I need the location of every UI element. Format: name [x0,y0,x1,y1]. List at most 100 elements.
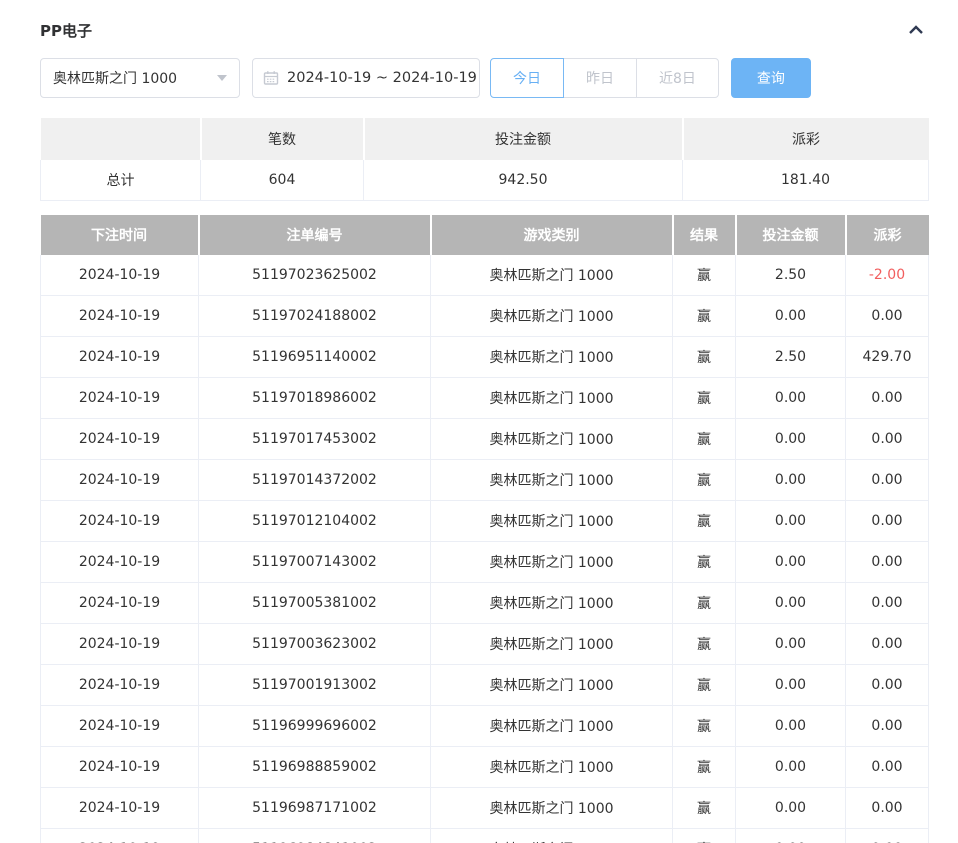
result-cell: 赢 [673,624,736,665]
order-number-cell: 51197003623002 [199,624,431,665]
summary-header-payout: 派彩 [683,118,929,160]
header-bet-amount: 投注金额 [736,215,846,255]
payout-cell: 429.70 [846,337,929,378]
bet-records-table: 下注时间 注单编号 游戏类别 结果 投注金额 派彩 2024-10-195119… [40,215,929,843]
order-number-cell: 51196951140002 [199,337,431,378]
payout-cell: 0.00 [846,296,929,337]
bet-time-cell: 2024-10-19 [41,419,199,460]
table-row: 2024-10-1951197018986002奥林匹斯之门 1000赢0.00… [41,378,929,419]
bet-amount-cell: 0.00 [736,419,846,460]
game-type-cell: 奥林匹斯之门 1000 [431,501,673,542]
today-button[interactable]: 今日 [490,58,564,98]
result-cell: 赢 [673,542,736,583]
bet-amount-cell: 0.00 [736,747,846,788]
bet-time-cell: 2024-10-19 [41,747,199,788]
game-type-cell: 奥林匹斯之门 1000 [431,337,673,378]
order-number-cell: 51196988859002 [199,747,431,788]
payout-cell: 0.00 [846,542,929,583]
header-order-number: 注单编号 [199,215,431,255]
table-row: 2024-10-1951197003623002奥林匹斯之门 1000赢0.00… [41,624,929,665]
summary-total-row: 总计 604 942.50 181.40 [41,160,929,201]
bet-amount-cell: 0.00 [736,460,846,501]
payout-cell: -2.00 [846,255,929,296]
bet-amount-cell: 2.50 [736,255,846,296]
bet-time-cell: 2024-10-19 [41,255,199,296]
search-button[interactable]: 查询 [731,58,811,98]
bet-time-cell: 2024-10-19 [41,665,199,706]
caret-down-icon [217,75,227,81]
bet-amount-cell: 0.00 [736,665,846,706]
result-cell: 赢 [673,706,736,747]
summary-header-bet-amount: 投注金额 [364,118,683,160]
game-select[interactable]: 奥林匹斯之门 1000 [40,58,240,98]
bet-time-cell: 2024-10-19 [41,583,199,624]
last-8-days-button[interactable]: 近8日 [636,58,719,98]
panel-header: PP电子 [40,18,928,42]
pp-electronic-panel: PP电子 奥林匹斯之门 1000 [0,0,958,843]
table-row: 2024-10-1951196984841002奥林匹斯之门 1000赢0.00… [41,829,929,843]
header-result: 结果 [673,215,736,255]
bet-time-cell: 2024-10-19 [41,296,199,337]
quick-range-group: 今日 昨日 近8日 [490,58,719,98]
game-type-cell: 奥林匹斯之门 1000 [431,665,673,706]
result-cell: 赢 [673,460,736,501]
summary-total-label: 总计 [41,160,201,201]
result-cell: 赢 [673,378,736,419]
bet-amount-cell: 0.00 [736,378,846,419]
result-cell: 赢 [673,255,736,296]
game-type-cell: 奥林匹斯之门 1000 [431,583,673,624]
bet-amount-cell: 0.00 [736,542,846,583]
bet-time-cell: 2024-10-19 [41,788,199,829]
order-number-cell: 51197014372002 [199,460,431,501]
payout-cell: 0.00 [846,624,929,665]
game-type-cell: 奥林匹斯之门 1000 [431,706,673,747]
date-range-input[interactable]: 2024-10-19 ~ 2024-10-19 [252,58,480,98]
summary-header-empty [41,118,201,160]
bet-amount-cell: 0.00 [736,706,846,747]
bet-amount-cell: 0.00 [736,788,846,829]
result-cell: 赢 [673,829,736,843]
bet-time-cell: 2024-10-19 [41,829,199,843]
payout-cell: 0.00 [846,829,929,843]
payout-cell: 0.00 [846,419,929,460]
game-select-value: 奥林匹斯之门 1000 [53,68,177,88]
game-type-cell: 奥林匹斯之门 1000 [431,624,673,665]
bet-time-cell: 2024-10-19 [41,460,199,501]
collapse-button[interactable] [904,18,928,42]
result-cell: 赢 [673,747,736,788]
filter-bar: 奥林匹斯之门 1000 2024-10-19 ~ 2024-10-19 今日 昨… [40,58,928,98]
order-number-cell: 51197017453002 [199,419,431,460]
header-bet-time: 下注时间 [41,215,199,255]
table-row: 2024-10-1951196999696002奥林匹斯之门 1000赢0.00… [41,706,929,747]
bet-amount-cell: 2.50 [736,337,846,378]
bet-amount-cell: 0.00 [736,829,846,843]
bet-amount-cell: 0.00 [736,624,846,665]
payout-cell: 0.00 [846,583,929,624]
payout-cell: 0.00 [846,378,929,419]
table-row: 2024-10-1951197007143002奥林匹斯之门 1000赢0.00… [41,542,929,583]
order-number-cell: 51197024188002 [199,296,431,337]
table-row: 2024-10-1951197001913002奥林匹斯之门 1000赢0.00… [41,665,929,706]
summary-total-bet-amount: 942.50 [364,160,683,201]
payout-cell: 0.00 [846,460,929,501]
bet-table-header-row: 下注时间 注单编号 游戏类别 结果 投注金额 派彩 [41,215,929,255]
table-row: 2024-10-1951197024188002奥林匹斯之门 1000赢0.00… [41,296,929,337]
result-cell: 赢 [673,337,736,378]
table-row: 2024-10-1951197023625002奥林匹斯之门 1000赢2.50… [41,255,929,296]
bet-amount-cell: 0.00 [736,501,846,542]
calendar-icon [263,70,279,86]
order-number-cell: 51196999696002 [199,706,431,747]
bet-time-cell: 2024-10-19 [41,706,199,747]
game-type-cell: 奥林匹斯之门 1000 [431,460,673,501]
yesterday-button[interactable]: 昨日 [563,58,637,98]
chevron-up-icon [906,20,926,40]
order-number-cell: 51197007143002 [199,542,431,583]
game-type-cell: 奥林匹斯之门 1000 [431,255,673,296]
bet-time-cell: 2024-10-19 [41,542,199,583]
game-type-cell: 奥林匹斯之门 1000 [431,788,673,829]
table-row: 2024-10-1951197014372002奥林匹斯之门 1000赢0.00… [41,460,929,501]
summary-header-count: 笔数 [201,118,364,160]
summary-table: 笔数 投注金额 派彩 总计 604 942.50 181.40 [40,118,929,201]
order-number-cell: 51197005381002 [199,583,431,624]
summary-total-payout: 181.40 [683,160,929,201]
